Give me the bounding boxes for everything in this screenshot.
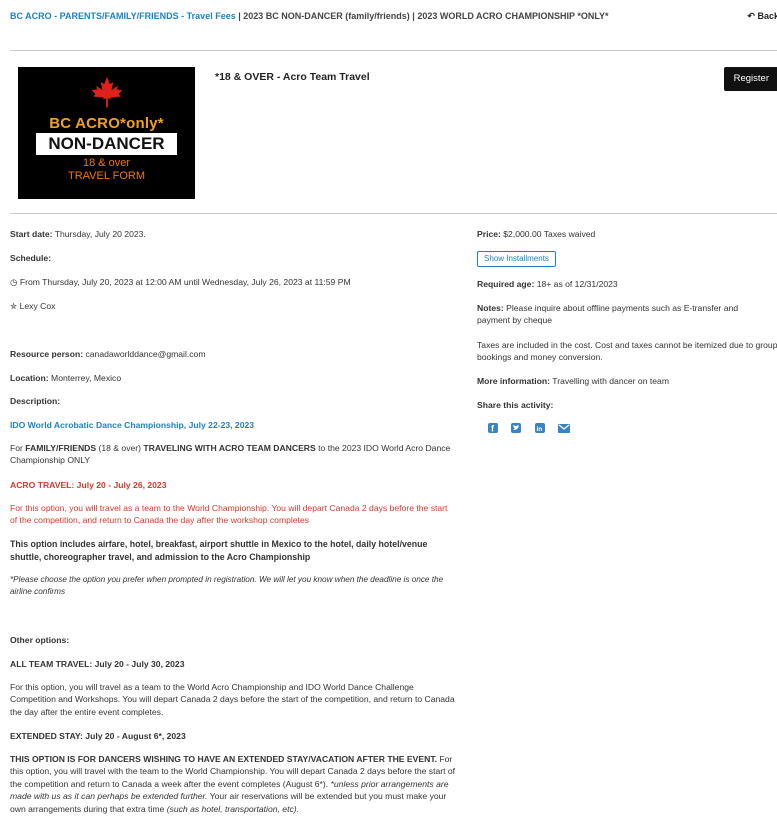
other-options-label: Other options:: [10, 635, 70, 645]
notes: Notes: Please inquire about offline paym…: [477, 303, 739, 326]
schedule-label: Schedule:: [10, 253, 52, 263]
breadcrumb-item-current: 2023 WORLD ACRO CHAMPIONSHIP *ONLY*: [417, 11, 609, 21]
extended-heading: EXTENDED STAY: July 20 - August 6*, 2023: [10, 731, 186, 741]
person-icon: ✮: [10, 301, 18, 311]
email-icon[interactable]: [558, 424, 570, 433]
extended-text: THIS OPTION IS FOR DANCERS WISHING TO HA…: [10, 754, 456, 814]
back-label: Back: [757, 11, 777, 21]
includes-text: This option includes airfare, hotel, bre…: [10, 539, 428, 562]
divider: [10, 213, 777, 214]
description-p1: For FAMILY/FRIENDS (18 & over) TRAVELING…: [10, 443, 451, 466]
clock-icon: ◷: [10, 277, 18, 287]
share-label: Share this activity:: [477, 400, 554, 410]
logo-text-subtitle: 18 & over TRAVEL FORM: [67, 157, 145, 182]
facebook-icon[interactable]: f: [488, 423, 498, 433]
activity-title: *18 & OVER - Acro Team Travel: [215, 71, 370, 83]
logo-text-nondancer: NON-DANCER: [36, 133, 177, 155]
acro-travel-heading: ACRO TRAVEL: July 20 - July 26, 2023: [10, 480, 167, 490]
taxes-text: Taxes are included in the cost. Cost and…: [477, 340, 777, 363]
instructor: ✮ Lexy Cox: [10, 301, 56, 311]
resource-person: Resource person: canadaworlddance@gmail.…: [10, 349, 206, 359]
location: Location: Monterrey, Mexico: [10, 373, 122, 383]
linkedin-icon[interactable]: in: [535, 423, 545, 433]
price: Price: $2,000.00 Taxes waived: [477, 229, 596, 239]
all-team-heading: ALL TEAM TRAVEL: July 20 - July 30, 2023: [10, 659, 185, 669]
twitter-icon[interactable]: [511, 423, 521, 433]
back-arrow-icon: ↶: [747, 11, 755, 21]
registration-note: *Please choose the option you prefer whe…: [10, 575, 444, 596]
all-team-text: For this option, you will travel as a te…: [10, 682, 455, 717]
svg-text:f: f: [491, 424, 495, 434]
maple-leaf-icon: [91, 76, 122, 108]
more-information: More information: Travelling with dancer…: [477, 376, 669, 386]
divider: [10, 50, 777, 51]
svg-text:in: in: [537, 426, 543, 433]
show-installments-button[interactable]: Show Installments: [477, 251, 556, 267]
description-heading: IDO World Acrobatic Dance Championship, …: [10, 420, 255, 430]
breadcrumb-item-program[interactable]: 2023 BC NON-DANCER (family/friends): [243, 11, 410, 21]
breadcrumb: BC ACRO - PARENTS/FAMILY/FRIENDS - Trave…: [10, 10, 670, 24]
description-label: Description:: [10, 396, 61, 406]
acro-travel-text: For this option, you will travel as a te…: [10, 503, 448, 526]
back-link[interactable]: ↶ Back: [747, 10, 777, 23]
logo-text-brand: BC ACRO*only*: [49, 115, 164, 132]
schedule-text: ◷ From Thursday, July 20, 2023 at 12:00 …: [10, 277, 351, 287]
start-date: Start date: Thursday, July 20 2023.: [10, 229, 146, 239]
register-button[interactable]: Register: [723, 67, 777, 91]
breadcrumb-link-category[interactable]: BC ACRO - PARENTS/FAMILY/FRIENDS - Trave…: [10, 11, 236, 21]
activity-logo: BC ACRO*only* NON-DANCER 18 & over TRAVE…: [18, 67, 195, 199]
required-age: Required age: 18+ as of 12/31/2023: [477, 279, 618, 289]
